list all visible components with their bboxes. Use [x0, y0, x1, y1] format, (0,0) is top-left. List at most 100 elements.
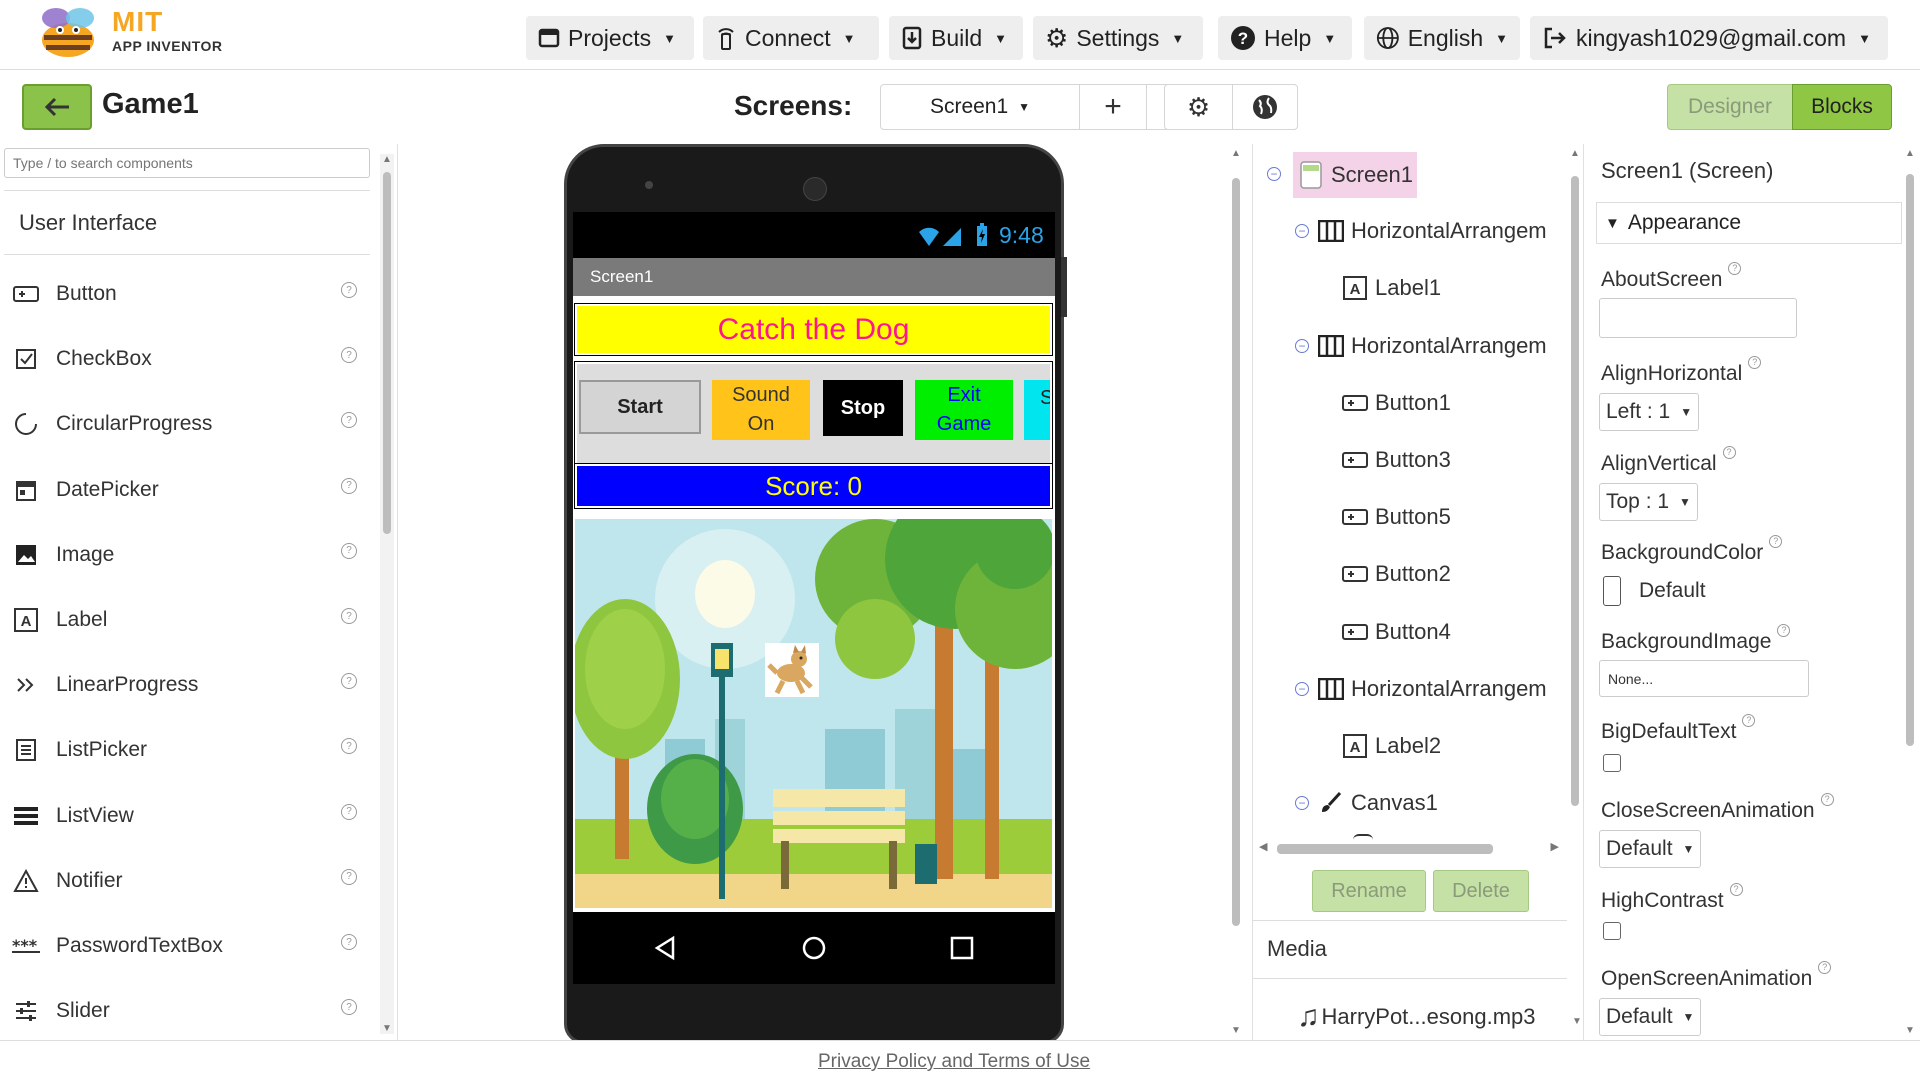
- align-horizontal-select[interactable]: Left : 1 ▼: [1599, 393, 1700, 431]
- start-button[interactable]: Start: [579, 380, 701, 434]
- palette-scroll-thumb[interactable]: [383, 172, 391, 534]
- component-search-input[interactable]: [4, 148, 370, 178]
- help-icon[interactable]: ?: [341, 347, 357, 364]
- help-icon[interactable]: ?: [1722, 446, 1736, 459]
- language-menu[interactable]: English ▼: [1364, 16, 1520, 60]
- help-icon[interactable]: ?: [341, 934, 357, 950]
- help-icon[interactable]: ?: [341, 868, 357, 885]
- palette-item-linearprogress[interactable]: LinearProgress?: [12, 665, 357, 705]
- appearance-section[interactable]: ▼ Appearance: [1596, 202, 1902, 244]
- designer-button[interactable]: Designer: [1667, 84, 1793, 130]
- projects-menu[interactable]: Projects ▼: [526, 16, 694, 60]
- viewer-scrollbar[interactable]: ▲ ▼: [1231, 148, 1241, 1036]
- help-icon[interactable]: ?: [341, 608, 357, 624]
- dog-sprite-image[interactable]: [765, 643, 819, 697]
- help-icon[interactable]: ?: [341, 542, 357, 559]
- scroll-right-icon[interactable]: ▶: [1551, 840, 1559, 853]
- tree-item-button2[interactable]: Button2: [1341, 556, 1451, 592]
- tree-item-screen1[interactable]: Screen1: [1293, 152, 1417, 198]
- open-screen-animation-select[interactable]: Default ▼: [1599, 998, 1702, 1036]
- tree-item-horizontalarrangem[interactable]: HorizontalArrangem: [1317, 328, 1547, 364]
- collapse-toggle-icon[interactable]: −: [1295, 338, 1309, 353]
- components-scroll-down-icon[interactable]: ▼: [1572, 1016, 1582, 1027]
- palette-item-listpicker[interactable]: ListPicker?: [12, 730, 357, 770]
- palette-category-user-interface[interactable]: User Interface: [19, 210, 157, 236]
- palette-item-passwordtextbox[interactable]: *** PasswordTextBox?: [12, 926, 357, 966]
- account-menu[interactable]: kingyash1029@gmail.com ▼: [1530, 16, 1888, 60]
- help-menu[interactable]: ? Help ▼: [1218, 16, 1352, 60]
- app-inventor-logo[interactable]: MIT APP INVENTOR: [34, 4, 234, 62]
- help-icon[interactable]: ?: [1748, 356, 1762, 369]
- scroll-up-icon[interactable]: ▲: [1231, 148, 1241, 159]
- fifth-button[interactable]: S: [1024, 380, 1050, 440]
- tree-vertical-scrollbar[interactable]: ▲: [1569, 148, 1581, 838]
- help-icon[interactable]: ?: [341, 999, 357, 1016]
- blocks-button[interactable]: Blocks: [1792, 84, 1892, 130]
- palette-item-label[interactable]: A Label?: [12, 600, 357, 640]
- privacy-policy-link[interactable]: Privacy Policy and Terms of Use: [818, 1051, 1090, 1073]
- screen-selector[interactable]: Screen1 ▼: [880, 84, 1080, 130]
- help-icon[interactable]: ?: [1769, 535, 1783, 548]
- help-icon[interactable]: ?: [341, 673, 357, 690]
- tree-item-button5[interactable]: Button5: [1341, 499, 1451, 535]
- help-icon[interactable]: ?: [1742, 714, 1756, 727]
- help-icon[interactable]: ?: [341, 412, 357, 429]
- help-icon[interactable]: ?: [1728, 262, 1742, 275]
- tree-item-canvas1[interactable]: Canvas1: [1317, 785, 1438, 821]
- stop-button[interactable]: Stop: [823, 380, 903, 436]
- tree-item-horizontalarrangem[interactable]: HorizontalArrangem: [1317, 213, 1547, 249]
- help-icon[interactable]: ?: [1729, 883, 1743, 896]
- tree-item-horizontalarrangem[interactable]: HorizontalArrangem: [1317, 671, 1547, 707]
- palette-item-image[interactable]: Image?: [12, 535, 357, 575]
- big-default-text-checkbox[interactable]: [1603, 754, 1621, 772]
- palette-item-button[interactable]: Button?: [12, 274, 357, 314]
- exit-game-button[interactable]: Exit Game: [915, 380, 1013, 440]
- high-contrast-checkbox[interactable]: [1603, 922, 1621, 940]
- scroll-down-icon[interactable]: ▼: [1905, 1025, 1915, 1036]
- recents-square-icon[interactable]: [949, 935, 975, 961]
- help-icon[interactable]: ?: [341, 477, 357, 494]
- tree-hscroll-thumb[interactable]: [1277, 844, 1493, 854]
- palette-item-datepicker[interactable]: DatePicker?: [12, 470, 357, 510]
- help-icon[interactable]: ?: [1818, 961, 1832, 974]
- project-properties-button[interactable]: ⚙: [1164, 84, 1233, 130]
- palette-item-notifier[interactable]: Notifier?: [12, 861, 357, 901]
- scroll-up-icon[interactable]: ▲: [1570, 148, 1580, 159]
- about-screen-textarea[interactable]: [1599, 298, 1797, 338]
- viewer-scroll-thumb[interactable]: [1232, 178, 1240, 926]
- palette-item-listview[interactable]: ListView?: [12, 796, 357, 836]
- close-screen-animation-select[interactable]: Default ▼: [1599, 830, 1702, 868]
- collapse-toggle-icon[interactable]: −: [1267, 167, 1281, 181]
- add-screen-button[interactable]: +: [1079, 84, 1147, 130]
- collapse-toggle-icon[interactable]: −: [1295, 681, 1309, 696]
- settings-menu[interactable]: ⚙ Settings ▼: [1033, 16, 1203, 60]
- media-file-item[interactable]: ♫ HarryPot...esong.mp3: [1297, 1002, 1535, 1032]
- collapse-toggle-icon[interactable]: −: [1295, 796, 1309, 811]
- scroll-up-icon[interactable]: ▲: [1905, 148, 1915, 159]
- background-image-picker[interactable]: None...: [1599, 660, 1809, 697]
- properties-scrollbar[interactable]: ▲ ▼: [1904, 148, 1916, 1036]
- tree-item-label2[interactable]: A Label2: [1341, 728, 1441, 764]
- delete-button[interactable]: Delete: [1433, 870, 1529, 912]
- help-icon[interactable]: ?: [1777, 624, 1791, 637]
- scroll-down-icon[interactable]: ▼: [382, 1023, 392, 1034]
- connect-menu[interactable]: Connect ▼: [703, 16, 879, 60]
- sound-button[interactable]: Sound On: [712, 380, 810, 440]
- tree-item-button1[interactable]: Button1: [1341, 385, 1451, 421]
- build-menu[interactable]: Build ▼: [889, 16, 1023, 60]
- help-icon[interactable]: ?: [1820, 793, 1834, 806]
- properties-scroll-thumb[interactable]: [1906, 174, 1914, 746]
- palette-item-checkbox[interactable]: CheckBox?: [12, 339, 357, 379]
- palette-item-circularprogress[interactable]: CircularProgress?: [12, 404, 357, 444]
- align-vertical-select[interactable]: Top : 1 ▼: [1599, 483, 1698, 521]
- home-circle-icon[interactable]: [801, 935, 827, 961]
- tree-item-button3[interactable]: Button3: [1341, 442, 1451, 478]
- help-icon[interactable]: ?: [341, 803, 357, 820]
- palette-scrollbar[interactable]: ▲ ▼: [380, 154, 394, 1034]
- help-icon[interactable]: ?: [341, 282, 357, 298]
- game-canvas[interactable]: [575, 517, 1052, 908]
- collapse-toggle-icon[interactable]: −: [1295, 224, 1309, 239]
- palette-item-slider[interactable]: Slider?: [12, 991, 357, 1031]
- preview-globe-button[interactable]: [1232, 84, 1298, 130]
- scroll-down-icon[interactable]: ▼: [1231, 1025, 1241, 1036]
